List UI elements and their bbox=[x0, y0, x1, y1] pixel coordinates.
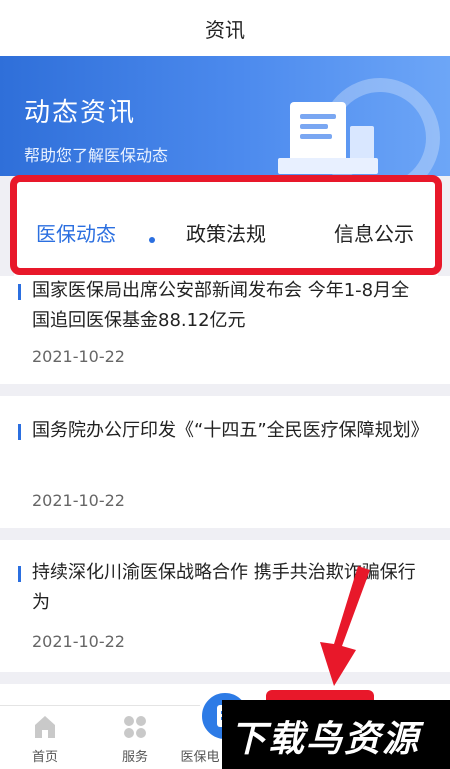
page-title: 资讯 bbox=[205, 18, 245, 42]
red-arrow-annotation bbox=[320, 566, 370, 686]
news-accent-bar bbox=[18, 424, 21, 440]
hero-title: 动态资讯 bbox=[24, 98, 137, 128]
document-icon bbox=[290, 102, 346, 162]
news-date: 2021-10-22 bbox=[32, 347, 125, 366]
home-icon bbox=[35, 716, 55, 738]
news-accent-bar bbox=[18, 284, 21, 300]
top-bar: 资讯 bbox=[0, 0, 450, 56]
news-headline[interactable]: 国家医保局出席公安部新闻发布会 今年1-8月全国追回医保基金88.12亿元 bbox=[32, 276, 420, 336]
news-item[interactable]: 国务院办公厅印发《“十四五”全民医疗保障规划》 2021-10-22 bbox=[0, 396, 450, 528]
hero-subtitle: 帮助您了解医保动态 bbox=[24, 146, 169, 165]
service-grid-icon bbox=[124, 716, 146, 738]
hero-banner: 动态资讯 帮助您了解医保动态 bbox=[0, 56, 450, 176]
nav-third-label: 医保电 bbox=[180, 750, 220, 765]
nav-home-label: 首页 bbox=[31, 750, 58, 765]
news-item[interactable]: 持续深化川渝医保战略合作 携手共治欺诈骗保行为 2021-10-22 bbox=[0, 540, 450, 672]
news-date: 2021-10-22 bbox=[32, 632, 125, 651]
nav-service-label: 服务 bbox=[121, 750, 148, 765]
watermark: 下载鸟资源 bbox=[222, 700, 450, 769]
tabs-highlight-box bbox=[10, 175, 442, 275]
news-headline[interactable]: 国务院办公厅印发《“十四五”全民医疗保障规划》 bbox=[32, 416, 429, 446]
news-date: 2021-10-22 bbox=[32, 491, 125, 510]
watermark-text: 下载鸟资源 bbox=[230, 719, 421, 760]
news-accent-bar bbox=[18, 566, 21, 582]
nav-service[interactable]: 服务 bbox=[100, 706, 170, 769]
nav-home[interactable]: 首页 bbox=[10, 706, 80, 769]
tray-decoration bbox=[278, 158, 378, 174]
news-item[interactable]: 国家医保局出席公安部新闻发布会 今年1-8月全国追回医保基金88.12亿元 20… bbox=[0, 276, 450, 384]
